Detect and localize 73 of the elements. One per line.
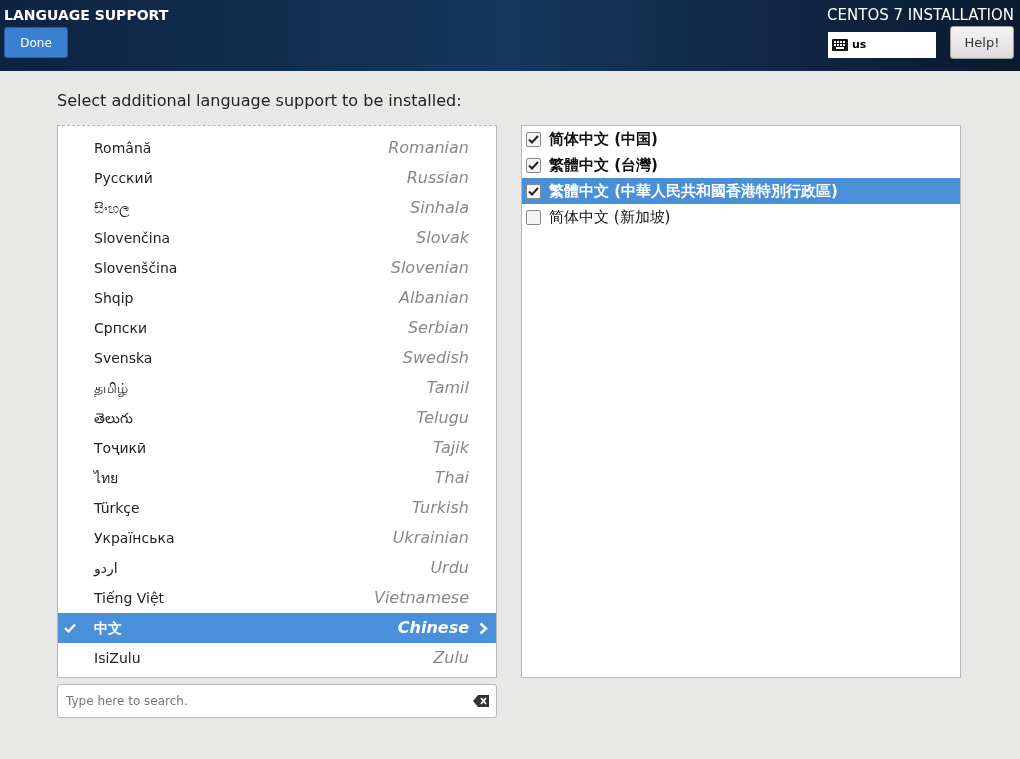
native-language-name: తెలుగు [94,408,133,428]
help-button[interactable]: Help! [950,26,1014,59]
clear-icon[interactable] [473,695,489,707]
locale-row[interactable]: 简体中文 (中国) [522,126,960,152]
language-row[interactable]: Tiếng Việt Vietnamese [58,583,496,613]
native-language-name: 中文 [94,618,122,638]
native-language-name: Slovenščina [94,258,178,278]
native-language-name: Tiếng Việt [94,588,165,608]
product-title: CENTOS 7 INSTALLATION [827,6,1014,24]
locale-row[interactable]: 繁體中文 (台灣) [522,152,960,178]
language-row[interactable]: Svenska Swedish [58,343,496,373]
instruction-text: Select additional language support to be installed: [57,91,463,111]
checkbox[interactable] [526,157,541,173]
english-language-name: Telugu [416,407,469,429]
native-language-name: Svenska [94,348,153,368]
english-language-name: Ukrainian [392,527,469,549]
native-language-name: Српски [94,318,148,338]
language-row[interactable]: Українська Ukrainian [58,523,496,553]
language-row[interactable]: Slovenčina Slovak [58,223,496,253]
english-language-name: Serbian [407,317,469,339]
english-language-name: Slovak [416,227,469,249]
english-language-name: Albanian [399,287,469,309]
checkbox[interactable] [526,131,541,147]
english-language-name: Russian [406,167,469,189]
language-row[interactable]: IsiZulu Zulu [58,643,496,673]
language-row[interactable]: Română Romanian [58,133,496,163]
english-language-name: Swedish [402,347,469,369]
english-language-name: Thai [434,467,469,489]
english-language-name: Romanian [388,137,469,159]
language-row[interactable]: Shqip Albanian [58,283,496,313]
english-language-name: Sinhala [410,197,469,219]
chevron-right-icon [479,621,488,635]
english-language-name: Tamil [426,377,469,399]
language-row[interactable]: Türkçe Turkish [58,493,496,523]
locale-row[interactable]: 简体中文 (新加坡) [522,204,960,230]
keyboard-layout-indicator[interactable]: us [828,32,936,58]
search-field[interactable]: Type here to search. [57,684,497,718]
language-row[interactable]: සිංහල Sinhala [58,193,496,223]
checkbox[interactable] [526,209,541,225]
language-row[interactable]: Русский Russian [58,163,496,193]
keyboard-icon [832,39,848,51]
native-language-name: ไทย [94,468,118,488]
english-language-name: Tajik [432,437,469,459]
locale-label: 简体中文 (中国) [549,128,658,150]
locale-label: 繁體中文 (中華人民共和國香港特別行政區) [549,180,838,202]
native-language-name: Українська [94,528,175,548]
native-language-name: Shqip [94,288,134,308]
native-language-name: IsiZulu [94,648,141,668]
locale-label: 简体中文 (新加坡) [549,206,671,228]
language-row[interactable]: தமிழ் Tamil [58,373,496,403]
language-row[interactable]: ไทย Thai [58,463,496,493]
language-row[interactable]: Тоҷикӣ Tajik [58,433,496,463]
language-row[interactable]: తెలుగు Telugu [58,403,496,433]
english-language-name: Vietnamese [373,587,469,609]
english-language-name: Slovenian [390,257,469,279]
checkbox[interactable] [526,183,541,199]
native-language-name: Slovenčina [94,228,171,248]
english-language-name: Urdu [430,557,469,579]
done-button[interactable]: Done [4,27,68,58]
english-language-name: Turkish [411,497,469,519]
native-language-name: Türkçe [94,498,140,518]
native-language-name: Русский [94,168,153,188]
native-language-name: Тоҷикӣ [94,438,147,458]
english-language-name: Zulu [433,647,469,669]
native-language-name: اردو [94,558,118,579]
native-language-name: தமிழ் [94,378,128,399]
language-row[interactable]: Slovenščina Slovenian [58,253,496,283]
screen-title: LANGUAGE SUPPORT [4,6,169,24]
native-language-name: සිංහල [94,198,130,219]
english-language-name: Chinese [397,617,469,639]
native-language-name: Română [94,138,152,158]
language-row[interactable]: Српски Serbian [58,313,496,343]
locale-label: 繁體中文 (台灣) [549,154,658,176]
